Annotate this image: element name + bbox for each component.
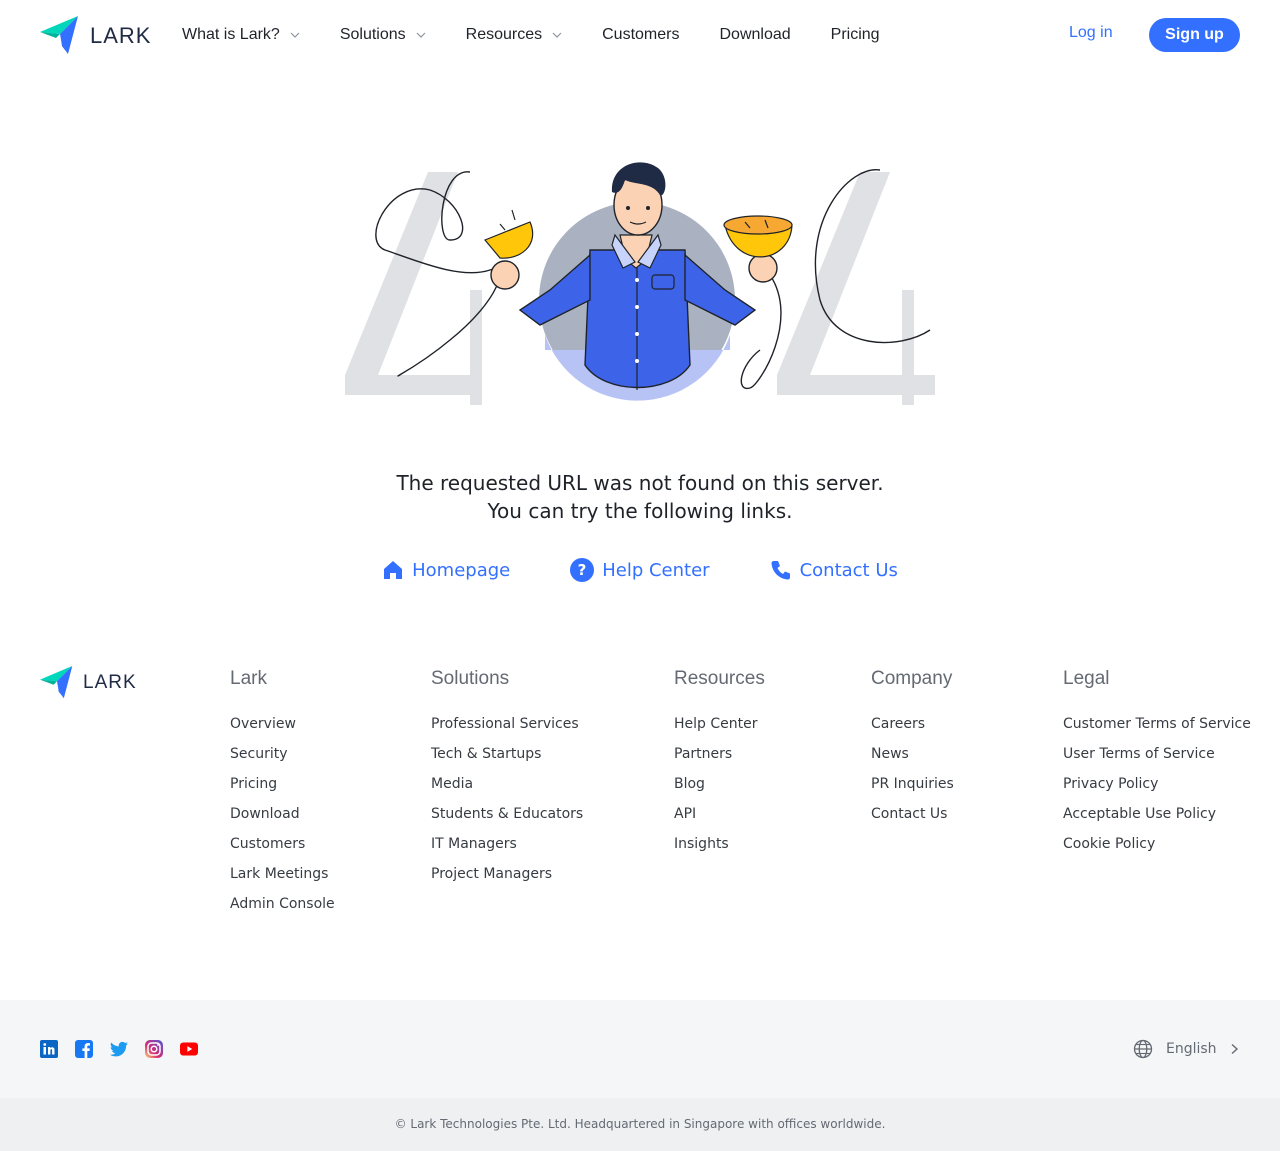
footer-col-company: Company Careers News PR Inquiries Contac… bbox=[871, 668, 954, 836]
instagram-icon[interactable] bbox=[145, 1040, 163, 1058]
footer-link[interactable]: Insights bbox=[674, 836, 765, 866]
svg-text:?: ? bbox=[578, 561, 587, 579]
error-line-1: The requested URL was not found on this … bbox=[396, 471, 884, 495]
footer-link[interactable]: Admin Console bbox=[230, 896, 335, 926]
footer-logo[interactable]: LARK bbox=[40, 666, 137, 700]
contact-us-link[interactable]: Contact Us bbox=[770, 558, 898, 582]
footer-link[interactable]: IT Managers bbox=[431, 836, 583, 866]
lark-logo-icon bbox=[40, 666, 73, 699]
nav-label: Resources bbox=[465, 26, 543, 43]
nav-label: Customers bbox=[602, 26, 680, 43]
footer-link[interactable]: PR Inquiries bbox=[871, 776, 954, 806]
homepage-label: Homepage bbox=[412, 559, 511, 581]
footer-link[interactable]: Students & Educators bbox=[431, 806, 583, 836]
phone-icon bbox=[771, 561, 790, 580]
footer-col-title: Resources bbox=[674, 668, 765, 689]
facebook-icon[interactable] bbox=[75, 1040, 93, 1058]
social-links bbox=[40, 1040, 215, 1058]
youtube-icon[interactable] bbox=[180, 1040, 198, 1058]
footer-link[interactable]: Security bbox=[230, 746, 335, 776]
footer-link[interactable]: Partners bbox=[674, 746, 765, 776]
footer-link[interactable]: Tech & Startups bbox=[431, 746, 583, 776]
lark-logo[interactable]: LARK bbox=[40, 16, 151, 56]
language-selector[interactable]: English bbox=[1133, 1039, 1239, 1059]
chevron-right-icon bbox=[1231, 1043, 1238, 1055]
main-nav: What is Lark? Solutions Resources Custom… bbox=[182, 22, 920, 48]
digit-four-left bbox=[345, 172, 482, 405]
footer-link[interactable]: News bbox=[871, 746, 954, 776]
help-center-label: Help Center bbox=[602, 559, 710, 581]
footer-col-solutions: Solutions Professional Services Tech & S… bbox=[431, 668, 583, 896]
chevron-down-icon bbox=[416, 32, 426, 38]
footer-link[interactable]: Privacy Policy bbox=[1063, 776, 1251, 806]
nav-download[interactable]: Download bbox=[719, 26, 790, 44]
nav-what-is-lark[interactable]: What is Lark? bbox=[182, 26, 300, 44]
nav-pricing[interactable]: Pricing bbox=[831, 26, 880, 44]
homepage-link[interactable]: Homepage bbox=[382, 558, 510, 582]
footer-link[interactable]: Contact Us bbox=[871, 806, 954, 836]
home-icon bbox=[384, 561, 403, 579]
footer-link[interactable]: Pricing bbox=[230, 776, 335, 806]
footer-link[interactable]: Customer Terms of Service bbox=[1063, 716, 1251, 746]
nav-label: Solutions bbox=[339, 26, 406, 43]
footer-col-lark: Lark Overview Security Pricing Download … bbox=[230, 668, 335, 926]
footer-link[interactable]: Careers bbox=[871, 716, 954, 746]
footer-link[interactable]: Help Center bbox=[674, 716, 765, 746]
help-center-link[interactable]: ? Help Center bbox=[570, 558, 710, 582]
login-link[interactable]: Log in bbox=[1069, 24, 1113, 42]
globe-icon bbox=[1133, 1039, 1153, 1059]
404-illustration bbox=[345, 162, 935, 405]
help-links: Homepage ? Help Center Contact Us bbox=[0, 558, 1280, 582]
chevron-down-icon bbox=[552, 32, 562, 38]
copyright: © Lark Technologies Pte. Ltd. Headquarte… bbox=[0, 1098, 1280, 1151]
footer-col-resources: Resources Help Center Partners Blog API … bbox=[674, 668, 765, 866]
footer-link[interactable]: Blog bbox=[674, 776, 765, 806]
footer-link[interactable]: Customers bbox=[230, 836, 335, 866]
nav-label: Pricing bbox=[830, 26, 880, 43]
nav-solutions[interactable]: Solutions bbox=[340, 26, 426, 44]
nav-resources[interactable]: Resources bbox=[466, 26, 562, 44]
twitter-icon[interactable] bbox=[110, 1040, 128, 1058]
nav-customers[interactable]: Customers bbox=[602, 26, 679, 44]
footer-col-title: Legal bbox=[1063, 668, 1110, 689]
footer-link[interactable]: Download bbox=[230, 806, 335, 836]
nav-label: What is Lark? bbox=[182, 26, 280, 43]
digit-four-right bbox=[777, 172, 935, 405]
footer-logo-text: LARK bbox=[83, 672, 137, 693]
contact-us-label: Contact Us bbox=[799, 559, 898, 581]
social-bar: English bbox=[0, 1000, 1280, 1098]
signup-button[interactable]: Sign up bbox=[1149, 18, 1240, 52]
site-header: LARK What is Lark? Solutions Resources C… bbox=[0, 0, 1280, 70]
language-label: English bbox=[1166, 1041, 1217, 1057]
footer-link[interactable]: Lark Meetings bbox=[230, 866, 335, 896]
footer-link[interactable]: API bbox=[674, 806, 765, 836]
footer-link[interactable]: User Terms of Service bbox=[1063, 746, 1251, 776]
linkedin-icon[interactable] bbox=[40, 1040, 58, 1058]
footer-link[interactable]: Media bbox=[431, 776, 583, 806]
footer-link[interactable]: Cookie Policy bbox=[1063, 836, 1251, 866]
question-icon: ? bbox=[570, 558, 595, 582]
footer-col-title: Company bbox=[871, 668, 953, 689]
error-message: The requested URL was not found on this … bbox=[0, 469, 1280, 525]
footer-col-title: Lark bbox=[230, 668, 267, 689]
footer-link[interactable]: Project Managers bbox=[431, 866, 583, 896]
footer-col-title: Solutions bbox=[431, 668, 510, 689]
footer-link[interactable]: Overview bbox=[230, 716, 335, 746]
footer: LARK Lark Overview Security Pricing Down… bbox=[0, 666, 1280, 948]
error-line-2: You can try the following links. bbox=[487, 499, 793, 523]
footer-col-legal: Legal Customer Terms of Service User Ter… bbox=[1063, 668, 1251, 866]
footer-link[interactable]: Acceptable Use Policy bbox=[1063, 806, 1251, 836]
nav-label: Download bbox=[719, 26, 791, 43]
footer-link[interactable]: Professional Services bbox=[431, 716, 583, 746]
chevron-down-icon bbox=[290, 32, 300, 38]
logo-text: LARK bbox=[90, 23, 152, 48]
lark-logo-icon bbox=[40, 16, 78, 54]
